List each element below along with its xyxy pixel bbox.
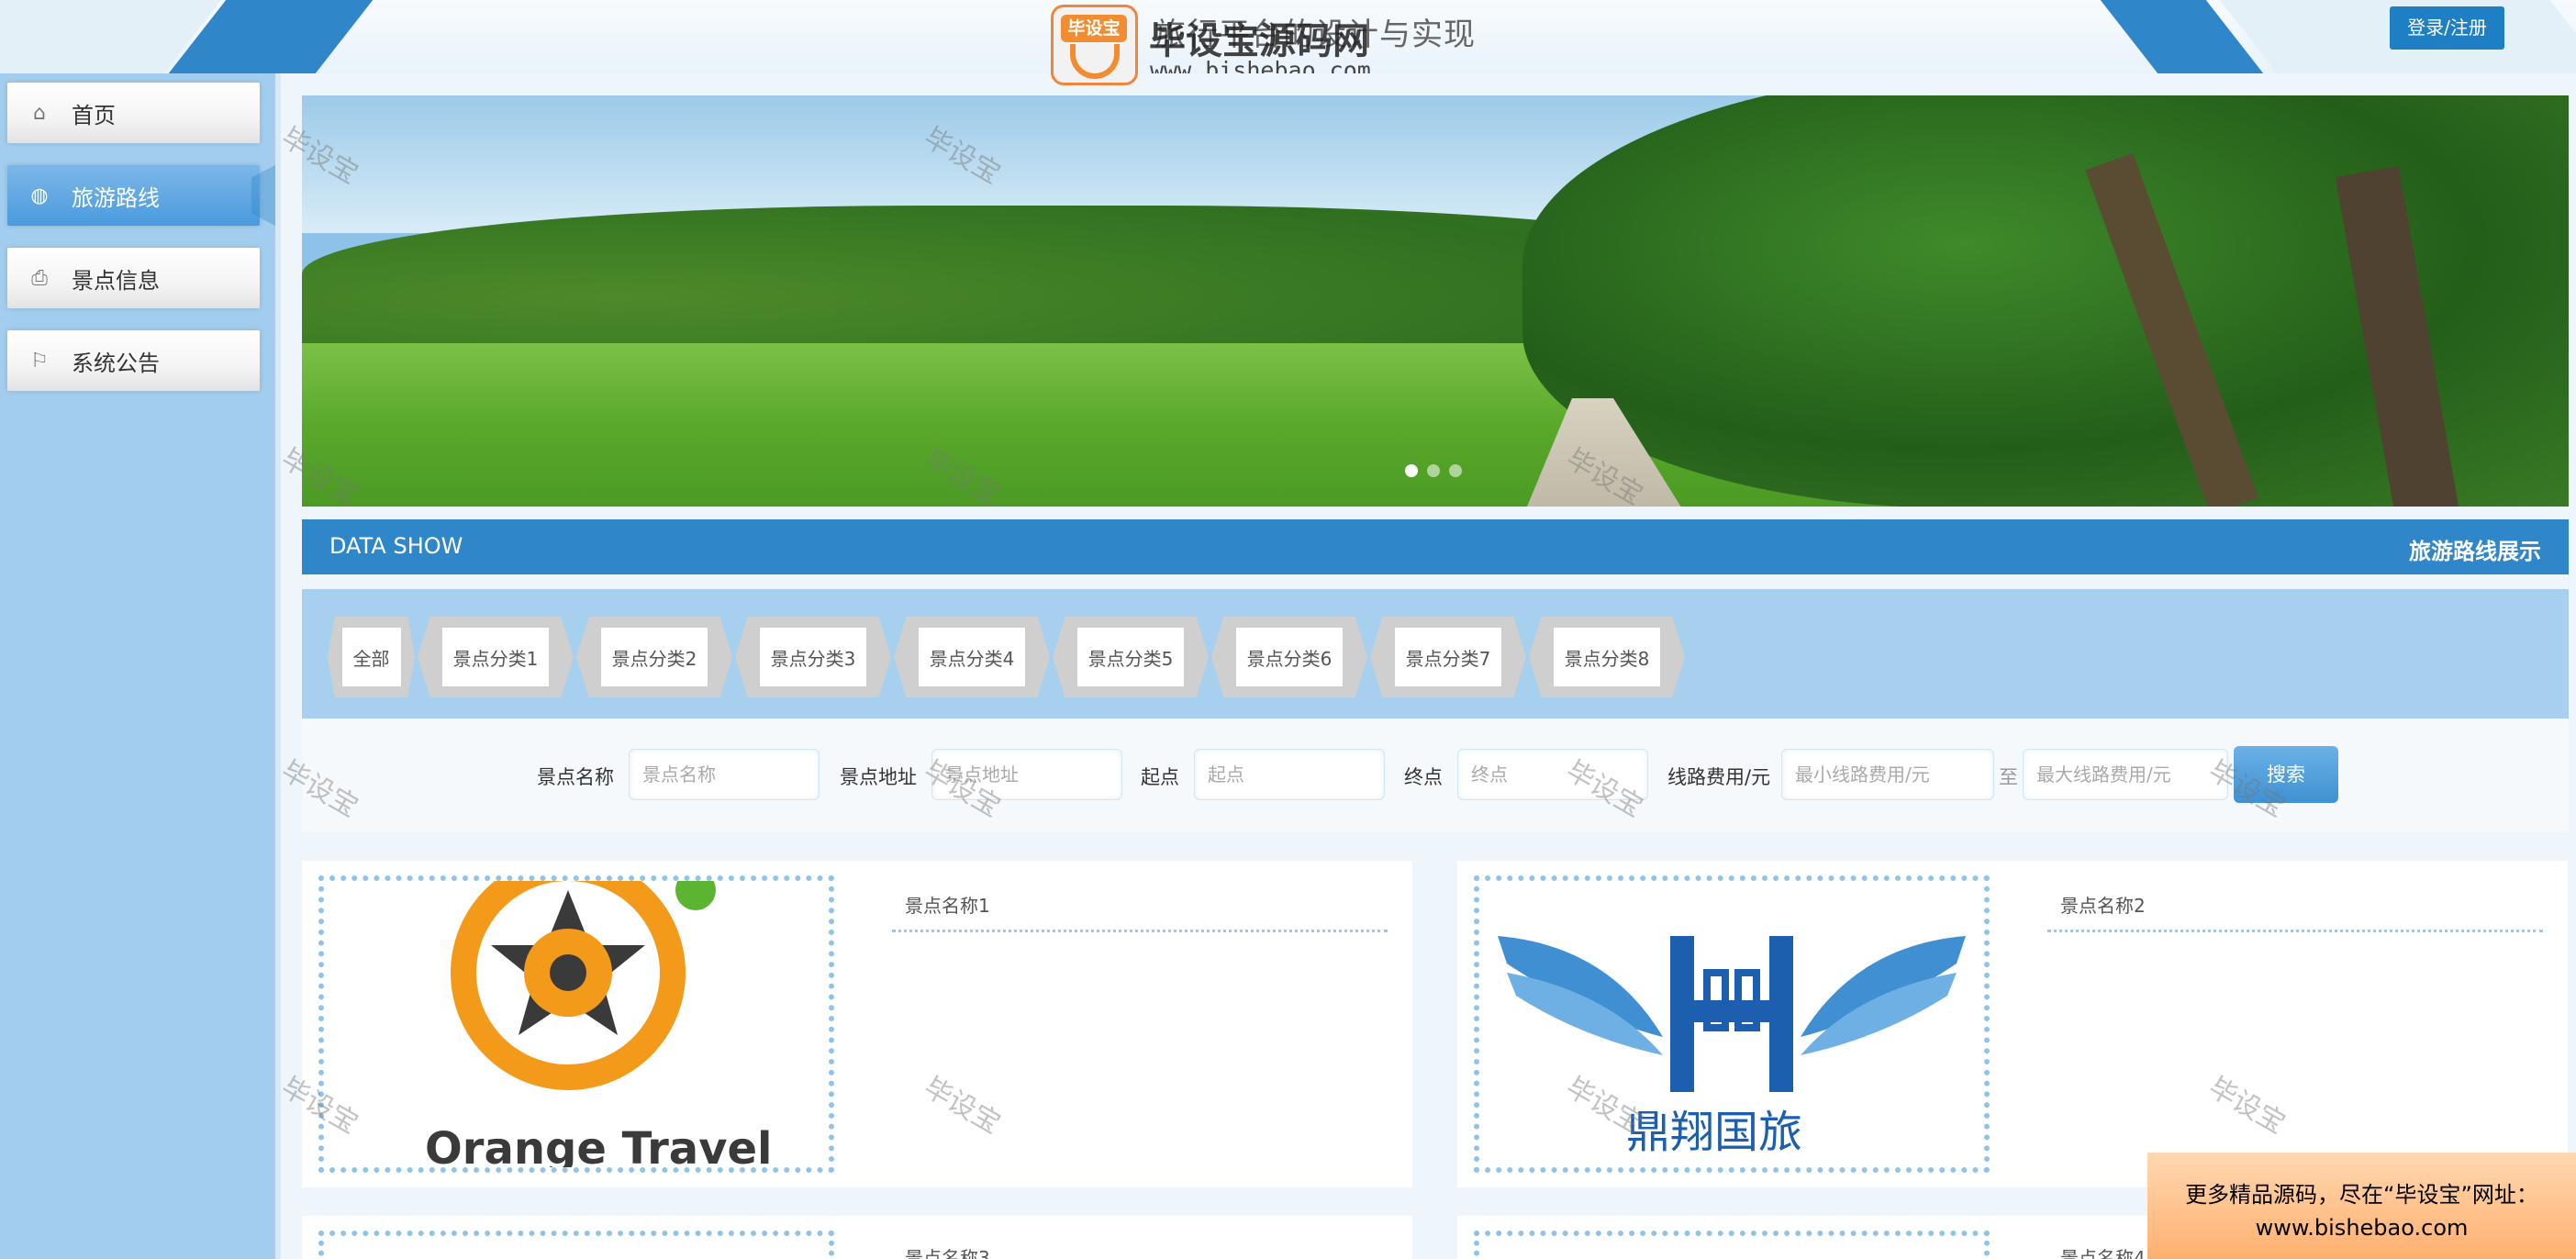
- section-header: DATA SHOW 旅游路线展示: [302, 519, 2569, 574]
- route-card-name[interactable]: 景点名称3: [905, 1243, 990, 1259]
- watermark-url: www.bishebao.com: [1150, 57, 1371, 73]
- route-card-divider: [2047, 930, 2543, 932]
- sidebar-item-label: 首页: [72, 102, 116, 128]
- fee-label: 线路费用/元: [1667, 766, 1771, 788]
- category-tab-all[interactable]: 全部: [328, 617, 415, 697]
- route-card-image[interactable]: [1474, 1231, 1990, 1259]
- category-tab[interactable]: 景点分类5: [1053, 617, 1209, 697]
- flag-icon: ⚐: [30, 349, 49, 373]
- sidebar-item-label: 旅游路线: [72, 184, 160, 211]
- route-card[interactable]: 鼎翔国旅 景点名称2: [1457, 861, 2568, 1187]
- dingxiang-travel-logo: 鼎翔国旅: [1479, 881, 1984, 1167]
- range-separator: 至: [1999, 766, 2018, 788]
- category-label: 景点分类6: [1235, 628, 1344, 686]
- sidebar-item-announcements[interactable]: ⚐ 系统公告: [7, 330, 260, 391]
- svg-text:鼎翔国旅: 鼎翔国旅: [1626, 1107, 1802, 1158]
- top-header: 旅行平台的设计与实现 毕设宝源码网 www.bishebao.com 登录/注册: [0, 0, 2576, 73]
- route-card[interactable]: Orange Travel 景点名称1: [302, 861, 1412, 1187]
- promo-banner[interactable]: 更多精品源码，尽在“毕设宝”网址： www.bishebao.com: [2147, 1153, 2576, 1259]
- logo-ring: [1070, 44, 1120, 79]
- sidebar-item-attractions[interactable]: ⎙ 景点信息: [7, 248, 260, 308]
- route-card-image[interactable]: Orange Travel: [318, 875, 834, 1173]
- section-left-title: DATA SHOW: [329, 533, 463, 559]
- bishebao-logo: 毕设宝: [1051, 5, 1138, 85]
- route-card-name[interactable]: 景点名称2: [2060, 891, 2146, 918]
- category-panel: 全部 景点分类1 景点分类2 景点分类3 景点分类4 景点分类5 景点分类6 景…: [302, 589, 2569, 719]
- category-label: 景点分类2: [600, 628, 708, 686]
- category-tab[interactable]: 景点分类1: [418, 617, 574, 697]
- carousel-dots: [1405, 464, 1462, 477]
- max-fee-input[interactable]: 最大线路费用/元: [2023, 749, 2228, 800]
- orange-travel-logo: Orange Travel: [324, 881, 829, 1167]
- category-label: 景点分类5: [1076, 628, 1185, 686]
- category-tab[interactable]: 景点分类4: [894, 617, 1050, 697]
- sidebar-item-label: 景点信息: [72, 267, 160, 294]
- route-card-image[interactable]: 鼎翔国旅: [1474, 875, 1990, 1173]
- category-label: 景点分类8: [1553, 628, 1661, 686]
- promo-line-1: 更多精品源码，尽在“毕设宝”网址：: [2185, 1182, 2538, 1208]
- attraction-name-input[interactable]: 景点名称: [629, 749, 820, 800]
- carousel-dot[interactable]: [1405, 464, 1418, 477]
- svg-text:Orange Travel: Orange Travel: [425, 1123, 773, 1167]
- category-tab[interactable]: 景点分类6: [1211, 617, 1367, 697]
- category-tab[interactable]: 景点分类7: [1370, 617, 1526, 697]
- banner-carousel[interactable]: [302, 95, 2569, 507]
- sidebar-item-home[interactable]: ⌂ 首页: [7, 83, 260, 143]
- home-icon: ⌂: [33, 101, 46, 125]
- attraction-name-label: 景点名称: [537, 766, 614, 788]
- start-input[interactable]: 起点: [1194, 749, 1385, 800]
- route-card-divider: [892, 930, 1388, 932]
- category-tab[interactable]: 景点分类8: [1529, 617, 1685, 697]
- category-label: 景点分类3: [759, 628, 867, 686]
- start-label: 起点: [1141, 766, 1179, 788]
- carousel-dot[interactable]: [1449, 464, 1462, 477]
- category-label: 景点分类4: [918, 628, 1026, 686]
- category-label: 全部: [341, 628, 401, 686]
- section-right-title: 旅游路线展示: [2409, 539, 2541, 564]
- promo-line-2: www.bishebao.com: [2255, 1215, 2469, 1241]
- login-register-button[interactable]: 登录/注册: [2390, 6, 2504, 50]
- sidebar: ⌂ 首页 ◍ 旅游路线 ⎙ 景点信息 ⚐ 系统公告: [0, 73, 281, 1259]
- globe-icon: ◍: [30, 184, 49, 207]
- min-fee-input[interactable]: 最小线路费用/元: [1781, 749, 1994, 800]
- route-card[interactable]: 景点名称3: [302, 1216, 1412, 1259]
- sidebar-item-travel-routes[interactable]: ◍ 旅游路线: [7, 165, 260, 226]
- attraction-address-label: 景点地址: [840, 766, 917, 788]
- carousel-dot[interactable]: [1427, 464, 1440, 477]
- sidebar-item-label: 系统公告: [72, 350, 160, 376]
- category-tab[interactable]: 景点分类3: [735, 617, 891, 697]
- printer-icon: ⎙: [31, 266, 48, 290]
- route-card-name[interactable]: 景点名称4: [2060, 1243, 2146, 1259]
- category-label: 景点分类7: [1394, 628, 1502, 686]
- route-card-image[interactable]: [318, 1231, 834, 1259]
- route-card-name[interactable]: 景点名称1: [905, 891, 990, 918]
- end-label: 终点: [1404, 766, 1443, 788]
- logo-badge: 毕设宝: [1061, 15, 1127, 42]
- category-tab[interactable]: 景点分类2: [576, 617, 732, 697]
- category-label: 景点分类1: [441, 628, 550, 686]
